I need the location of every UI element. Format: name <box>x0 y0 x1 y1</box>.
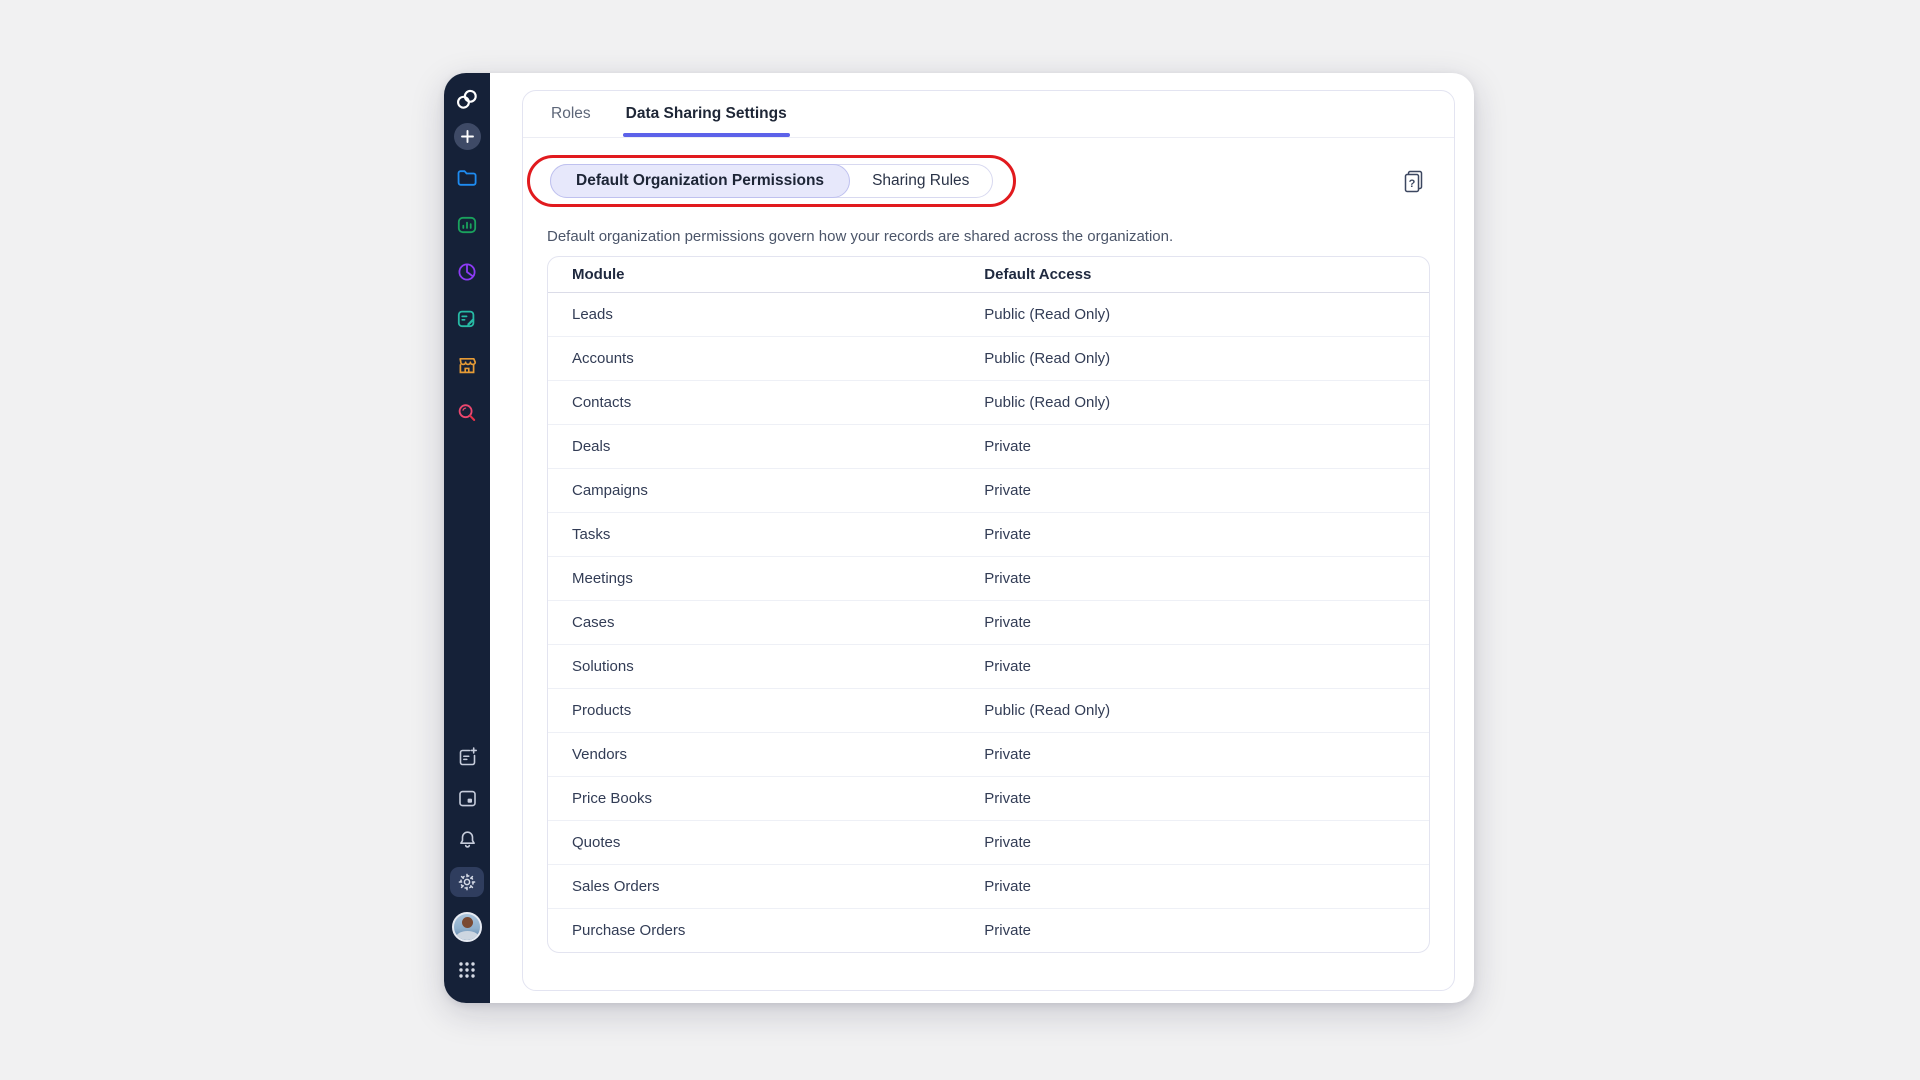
sidebar-item-reports[interactable] <box>454 212 480 238</box>
default-access-cell: Private <box>960 820 1429 864</box>
table-row: Purchase Orders Private <box>548 908 1429 952</box>
column-header-default-access: Default Access <box>960 257 1429 292</box>
sidebar-item-notifications[interactable] <box>454 826 480 852</box>
toggle-row: Default Organization Permissions Sharing… <box>527 155 1450 207</box>
table-row: Campaigns Private <box>548 468 1429 512</box>
module-cell: Meetings <box>548 556 960 600</box>
default-access-cell: Private <box>960 512 1429 556</box>
search-icon <box>455 401 479 425</box>
module-cell: Purchase Orders <box>548 908 960 952</box>
module-cell: Cases <box>548 600 960 644</box>
default-access-cell: Public (Read Only) <box>960 292 1429 336</box>
default-access-cell: Private <box>960 776 1429 820</box>
note-add-icon <box>457 747 478 768</box>
sidebar-item-marketplace[interactable] <box>454 353 480 379</box>
module-cell: Sales Orders <box>548 864 960 908</box>
module-cell: Leads <box>548 292 960 336</box>
module-cell: Campaigns <box>548 468 960 512</box>
sidebar-item-settings[interactable] <box>450 867 484 897</box>
default-access-cell: Private <box>960 556 1429 600</box>
default-access-cell: Private <box>960 600 1429 644</box>
sidebar-item-files[interactable] <box>454 165 480 191</box>
sidebar-item-analytics[interactable] <box>454 259 480 285</box>
default-access-cell: Private <box>960 732 1429 776</box>
module-cell: Contacts <box>548 380 960 424</box>
module-cell: Quotes <box>548 820 960 864</box>
bar-chart-icon <box>455 213 479 237</box>
default-access-cell: Private <box>960 644 1429 688</box>
table-row: Solutions Private <box>548 644 1429 688</box>
module-cell: Solutions <box>548 644 960 688</box>
sidebar <box>444 73 490 1003</box>
red-annotation-box: Default Organization Permissions Sharing… <box>527 155 1016 207</box>
tab-data-sharing-settings[interactable]: Data Sharing Settings <box>626 91 787 137</box>
tab-bar: Roles Data Sharing Settings <box>523 91 1454 138</box>
default-access-cell: Private <box>960 468 1429 512</box>
pie-chart-icon <box>455 260 479 284</box>
calendar-icon <box>457 788 478 809</box>
table-body: Leads Public (Read Only) Accounts Public… <box>548 292 1429 952</box>
table-row: Tasks Private <box>548 512 1429 556</box>
sharing-rules-segment[interactable]: Sharing Rules <box>849 164 992 198</box>
zoho-crm-logo-icon[interactable] <box>454 86 480 112</box>
table-row: Sales Orders Private <box>548 864 1429 908</box>
folder-icon <box>455 166 479 190</box>
table-row: Deals Private <box>548 424 1429 468</box>
table-header-row: Module Default Access <box>548 257 1429 292</box>
table-row: Price Books Private <box>548 776 1429 820</box>
permissions-segmented-control: Default Organization Permissions Sharing… <box>550 164 993 198</box>
column-header-module: Module <box>548 257 960 292</box>
default-access-cell: Private <box>960 864 1429 908</box>
default-access-cell: Public (Read Only) <box>960 380 1429 424</box>
settings-panel: Roles Data Sharing Settings Default Orga… <box>522 90 1455 991</box>
default-access-cell: Private <box>960 908 1429 952</box>
user-avatar[interactable] <box>452 912 482 942</box>
table-row: Accounts Public (Read Only) <box>548 336 1429 380</box>
sidebar-item-search[interactable] <box>454 400 480 426</box>
default-org-permissions-segment[interactable]: Default Organization Permissions <box>550 164 850 198</box>
default-access-cell: Public (Read Only) <box>960 336 1429 380</box>
module-cell: Vendors <box>548 732 960 776</box>
table-row: Vendors Private <box>548 732 1429 776</box>
description-text: Default organization permissions govern … <box>547 228 1430 245</box>
sidebar-item-tasks[interactable] <box>454 306 480 332</box>
table-row: Cases Private <box>548 600 1429 644</box>
table-row: Products Public (Read Only) <box>548 688 1429 732</box>
module-cell: Tasks <box>548 512 960 556</box>
storefront-icon <box>455 354 479 378</box>
default-access-cell: Public (Read Only) <box>960 688 1429 732</box>
help-docs-button[interactable]: ? <box>1404 170 1424 193</box>
app-window: Roles Data Sharing Settings Default Orga… <box>444 73 1474 1003</box>
permissions-table: Module Default Access Leads Public (Read… <box>548 257 1429 952</box>
table-row: Leads Public (Read Only) <box>548 292 1429 336</box>
panel-body: Default Organization Permissions Sharing… <box>523 138 1454 990</box>
tasks-edit-icon <box>455 307 479 331</box>
svg-text:?: ? <box>1409 178 1416 190</box>
bell-icon <box>457 829 478 850</box>
plus-icon <box>461 130 474 143</box>
apps-grid-icon[interactable] <box>454 957 480 983</box>
module-cell: Price Books <box>548 776 960 820</box>
table-row: Quotes Private <box>548 820 1429 864</box>
sidebar-item-calendar[interactable] <box>454 785 480 811</box>
default-access-cell: Private <box>960 424 1429 468</box>
main-content: Roles Data Sharing Settings Default Orga… <box>490 73 1474 1003</box>
help-docs-icon: ? <box>1404 170 1424 193</box>
table-row: Meetings Private <box>548 556 1429 600</box>
add-button[interactable] <box>454 123 481 150</box>
table-row: Contacts Public (Read Only) <box>548 380 1429 424</box>
module-cell: Deals <box>548 424 960 468</box>
module-cell: Accounts <box>548 336 960 380</box>
tab-roles[interactable]: Roles <box>551 91 591 137</box>
sidebar-item-add-record[interactable] <box>454 744 480 770</box>
gear-icon <box>457 872 477 892</box>
permissions-table-container: Module Default Access Leads Public (Read… <box>547 256 1430 953</box>
module-cell: Products <box>548 688 960 732</box>
